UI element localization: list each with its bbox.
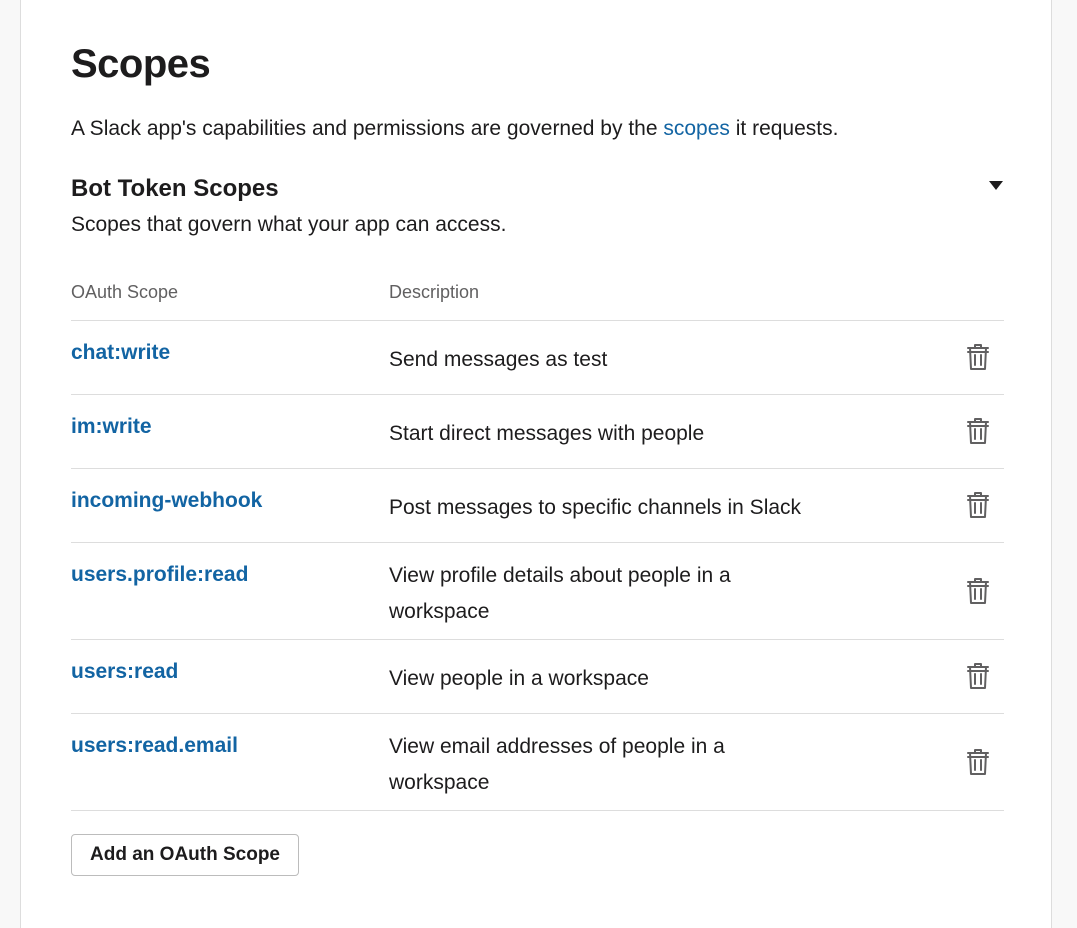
column-header-scope: OAuth Scope <box>71 282 179 302</box>
table-row: im:write Start direct messages with peop… <box>71 395 1004 469</box>
scope-description: View profile details about people in a w… <box>389 564 731 623</box>
scopes-card: Scopes A Slack app's capabilities and pe… <box>20 0 1052 928</box>
table-row: users.profile:read View profile details … <box>71 543 1004 640</box>
section-subtitle: Scopes that govern what your app can acc… <box>71 213 507 236</box>
scope-name[interactable]: im:write <box>71 412 152 442</box>
scope-description: Post messages to specific channels in Sl… <box>389 496 802 519</box>
intro-text-start: A Slack app's capabilities and permissio… <box>71 117 664 140</box>
table-row: chat:write Send messages as test <box>71 321 1004 395</box>
scope-name[interactable]: incoming-webhook <box>71 486 262 516</box>
scopes-link[interactable]: scopes <box>663 117 730 140</box>
scope-description: Start direct messages with people <box>389 422 705 445</box>
table-header: OAuth Scope Description <box>71 280 1004 321</box>
add-oauth-scope-button[interactable]: Add an OAuth Scope <box>71 834 299 876</box>
trash-icon[interactable] <box>966 577 990 605</box>
table-row: incoming-webhook Post messages to specif… <box>71 469 1004 543</box>
scope-name[interactable]: users:read <box>71 657 178 687</box>
trash-icon[interactable] <box>966 491 990 519</box>
section-title: Bot Token Scopes <box>71 175 279 202</box>
scopes-table-body: chat:write Send messages as test im:writ… <box>71 321 1004 811</box>
trash-icon[interactable] <box>966 343 990 371</box>
table-row: users:read.email View email addresses of… <box>71 714 1004 811</box>
intro-text-end: it requests. <box>729 117 839 140</box>
trash-icon[interactable] <box>966 748 990 776</box>
table-row: users:read View people in a workspace <box>71 640 1004 714</box>
trash-icon[interactable] <box>966 417 990 445</box>
page-title: Scopes <box>71 42 211 86</box>
scope-name[interactable]: chat:write <box>71 338 170 368</box>
intro-text: A Slack app's capabilities and permissio… <box>71 114 838 144</box>
trash-icon[interactable] <box>966 662 990 690</box>
column-header-description: Description <box>389 282 480 302</box>
scope-description: View people in a workspace <box>389 667 649 690</box>
scope-description: View email addresses of people in a work… <box>389 735 725 794</box>
scope-name[interactable]: users.profile:read <box>71 560 248 590</box>
scope-name[interactable]: users:read.email <box>71 731 238 761</box>
scope-description: Send messages as test <box>389 348 608 371</box>
caret-down-icon[interactable] <box>989 181 1003 190</box>
